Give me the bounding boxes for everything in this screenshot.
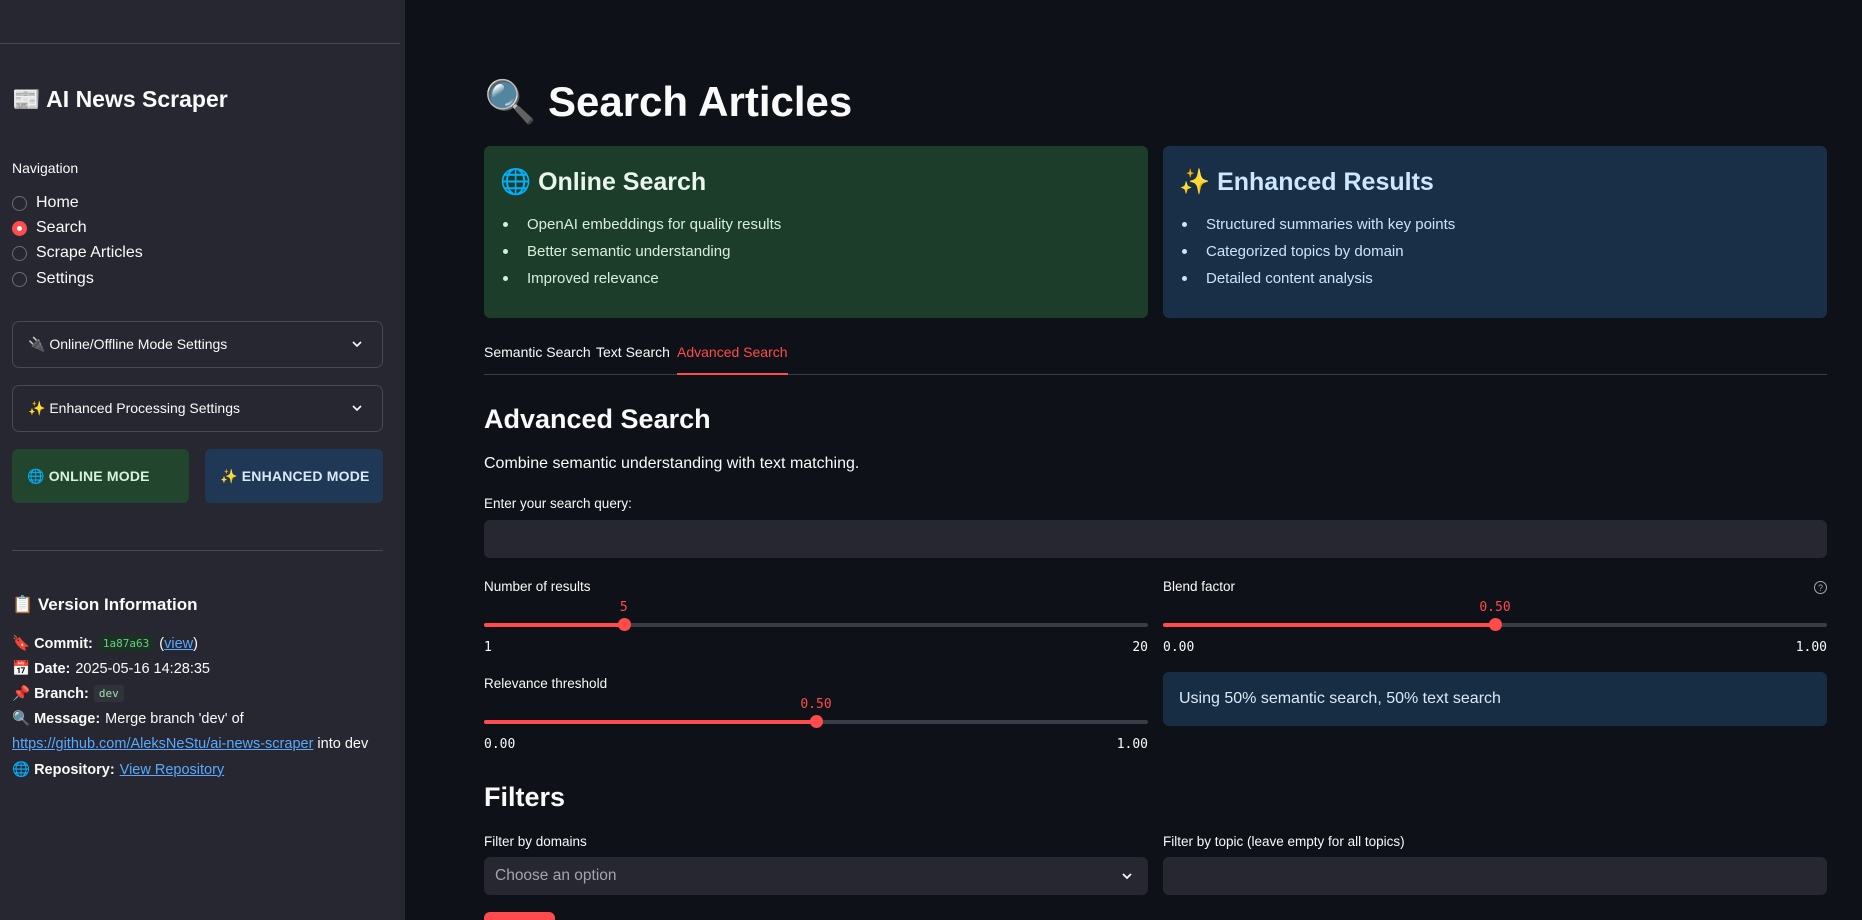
commit-hash: 1a87a63 <box>97 635 155 652</box>
enhanced-mode-badge: ✨ ENHANCED MODE <box>205 449 383 503</box>
online-search-card: 🌐 Online Search OpenAI embeddings for qu… <box>484 146 1148 318</box>
version-message-line: 🔍 Message: Merge branch 'dev' of <box>12 710 244 728</box>
relevance-threshold-slider[interactable]: 0.50 0.00 1.00 <box>484 682 1148 752</box>
version-date-line: 📅 Date: 2025-05-16 14:28:35 <box>12 660 210 678</box>
version-branch-line: 📌 Branch: dev <box>12 685 129 702</box>
branch-value: dev <box>93 685 124 702</box>
repo-label: 🌐 Repository: <box>12 762 115 778</box>
commit-close-paren: ) <box>193 635 198 652</box>
online-card-title: 🌐 Online Search <box>500 168 707 196</box>
sidebar: 📰 AI News Scraper Navigation Home Search… <box>0 0 405 920</box>
nav-radio-label: Scrape Articles <box>36 244 143 261</box>
date-label: 📅 Date: <box>12 661 71 677</box>
slider-max: 1.00 <box>1116 737 1148 752</box>
navigation-label: Navigation <box>12 160 79 176</box>
enhanced-processing-settings-expander[interactable]: ✨ Enhanced Processing Settings <box>12 385 383 432</box>
list-item: Structured summaries with key points <box>1179 211 1811 238</box>
slider-fill <box>484 720 816 724</box>
radio-checked-icon[interactable] <box>12 220 27 236</box>
list-item: Categorized topics by domain <box>1179 238 1811 265</box>
slider-thumb[interactable] <box>810 715 823 728</box>
commit-view-link[interactable]: view <box>164 636 193 652</box>
slider-max: 1.00 <box>1795 640 1827 655</box>
commit-label: 🔖 Commit: <box>12 636 93 652</box>
slider-min: 0.00 <box>484 737 516 752</box>
nav-radio-settings[interactable]: Settings <box>12 270 94 288</box>
radio-unchecked-icon[interactable] <box>12 245 27 261</box>
chevron-down-icon <box>352 405 362 412</box>
enhanced-card-title: ✨ Enhanced Results <box>1179 168 1434 196</box>
version-commit-line: 🔖 Commit: 1a87a63 ( view ) <box>12 635 198 652</box>
slider-thumb[interactable] <box>1489 618 1502 631</box>
nav-radio-home[interactable]: Home <box>12 194 79 212</box>
filters-title: Filters <box>484 782 566 812</box>
search-query-input[interactable] <box>484 520 1827 558</box>
domains-multiselect[interactable]: Choose an option <box>484 857 1148 895</box>
radio-unchecked-icon[interactable] <box>12 271 27 287</box>
tab-advanced-search[interactable]: Advanced Search <box>677 344 788 375</box>
topic-filter-label: Filter by topic (leave empty for all top… <box>1163 834 1405 849</box>
tab-text-search[interactable]: Text Search <box>596 344 670 375</box>
num-results-slider[interactable]: 5 1 20 <box>484 585 1148 655</box>
list-item: Detailed content analysis <box>1179 265 1811 292</box>
branch-label: 📌 Branch: <box>12 686 89 702</box>
section-description: Combine semantic understanding with text… <box>484 455 860 472</box>
nav-radio-label: Search <box>36 219 87 236</box>
nav-radio-scrape-articles[interactable]: Scrape Articles <box>12 244 143 262</box>
list-item: Improved relevance <box>500 265 1132 292</box>
query-label: Enter your search query: <box>484 496 632 511</box>
chevron-down-icon[interactable] <box>1120 869 1134 883</box>
sidebar-divider <box>12 550 383 551</box>
nav-radio-search[interactable]: Search <box>12 219 87 237</box>
version-repo-line: 🌐 Repository: View Repository <box>12 761 225 779</box>
version-info-title: 📋 Version Information <box>12 595 198 614</box>
expander-label: ✨ Enhanced Processing Settings <box>28 400 240 416</box>
slider-min: 1 <box>484 640 492 655</box>
message-suffix: into dev <box>317 736 369 752</box>
date-value: 2025-05-16 14:28:35 <box>75 660 210 677</box>
slider-thumb[interactable] <box>617 618 631 631</box>
expander-label: 🔌 Online/Offline Mode Settings <box>28 336 228 352</box>
slider-fill <box>484 623 624 627</box>
sidebar-title: 📰 AI News Scraper <box>12 86 228 112</box>
page-title: 🔍 Search Articles <box>484 78 853 125</box>
slider-value: 0.50 <box>1479 600 1511 615</box>
topic-filter-input[interactable] <box>1163 857 1827 895</box>
search-button[interactable] <box>484 912 555 920</box>
version-message-line-2: https://github.com/AleksNeStu/ai-news-sc… <box>12 736 368 752</box>
select-placeholder: Choose an option <box>495 867 617 884</box>
search-tabs: Semantic Search Text Search Advanced Sea… <box>484 342 1827 375</box>
message-value: Merge branch 'dev' of <box>105 710 244 727</box>
repo-url-link[interactable]: https://github.com/AleksNeStu/ai-news-sc… <box>12 736 313 752</box>
nav-radio-label: Home <box>36 194 79 211</box>
list-item: OpenAI embeddings for quality results <box>500 211 1132 238</box>
section-title: Advanced Search <box>484 404 711 434</box>
domains-filter-label: Filter by domains <box>484 834 587 849</box>
slider-value: 5 <box>619 600 628 615</box>
slider-track[interactable] <box>484 623 1148 627</box>
radio-unchecked-icon[interactable] <box>12 195 27 211</box>
online-mode-badge: 🌐 ONLINE MODE <box>12 449 189 503</box>
tab-semantic-search[interactable]: Semantic Search <box>484 344 591 375</box>
message-label: 🔍 Message: <box>12 711 101 727</box>
list-item: Better semantic understanding <box>500 238 1132 265</box>
online-offline-settings-expander[interactable]: 🔌 Online/Offline Mode Settings <box>12 321 383 368</box>
blend-info-box: Using 50% semantic search, 50% text sear… <box>1163 672 1827 726</box>
sidebar-divider-top <box>0 43 400 44</box>
chevron-down-icon <box>352 341 362 348</box>
slider-value: 0.50 <box>800 697 832 712</box>
enhanced-card-list: Structured summaries with key points Cat… <box>1179 211 1811 292</box>
slider-max: 20 <box>1132 640 1148 655</box>
blend-factor-slider[interactable]: 0.50 0.00 1.00 <box>1163 585 1827 655</box>
slider-min: 0.00 <box>1163 640 1195 655</box>
view-repository-link[interactable]: View Repository <box>120 762 225 778</box>
nav-radio-label: Settings <box>36 270 94 287</box>
enhanced-results-card: ✨ Enhanced Results Structured summaries … <box>1163 146 1827 318</box>
online-card-list: OpenAI embeddings for quality results Be… <box>500 211 1132 292</box>
slider-fill <box>1163 623 1495 627</box>
